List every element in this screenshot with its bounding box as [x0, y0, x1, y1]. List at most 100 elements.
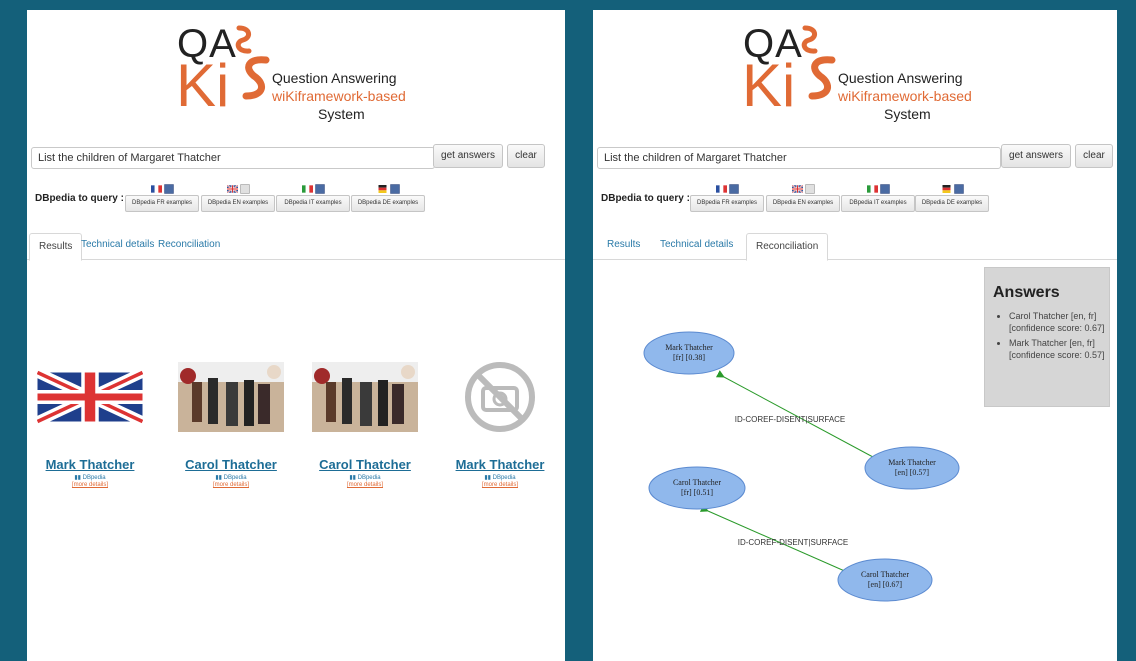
tab-results[interactable]: Results: [29, 233, 83, 261]
result-card: Mark Thatcher ▮▮ DBpedia [more details]: [441, 362, 559, 488]
fr-examples-button[interactable]: DBpedia FR examples: [690, 195, 764, 212]
get-answers-button[interactable]: get answers: [1001, 144, 1071, 168]
lang-it: DBpedia IT examples: [276, 184, 350, 214]
result-photo: [178, 362, 284, 432]
lang-de: DBpedia DE examples: [915, 184, 989, 214]
edge-label: ID-COREF-DISENT|SURFACE: [735, 415, 846, 424]
result-source-link[interactable]: ▮▮ DBpedia: [306, 474, 424, 481]
de-checkbox[interactable]: [389, 184, 400, 194]
tab-results[interactable]: Results: [607, 239, 640, 250]
de-examples-button[interactable]: DBpedia DE examples: [915, 195, 989, 212]
result-name[interactable]: Mark Thatcher: [441, 457, 559, 472]
en-checkbox[interactable]: [804, 184, 815, 194]
result-name[interactable]: Mark Thatcher: [31, 457, 149, 472]
uk-flag-image: [35, 367, 145, 427]
it-checkbox[interactable]: [879, 184, 890, 194]
tab-reconciliation[interactable]: Reconciliation: [158, 239, 220, 250]
graph-edge: ID-COREF-DISENT|SURFACE: [699, 504, 857, 577]
more-details-link[interactable]: [more details]: [441, 482, 559, 488]
graph-node[interactable]: Carol Thatcher [fr] [0.51]: [648, 466, 746, 510]
tab-technical-details[interactable]: Technical details: [660, 239, 733, 250]
fr-flag-icon: [150, 185, 162, 193]
uk-flag-icon: [791, 185, 803, 193]
more-details-link[interactable]: [more details]: [306, 482, 424, 488]
svg-text:Carol Thatcher: Carol Thatcher: [861, 570, 909, 579]
svg-text:[en] [0.57]: [en] [0.57]: [895, 468, 930, 477]
dbpedia-label: DBpedia to query :: [601, 193, 690, 204]
result-card: Mark Thatcher ▮▮ DBpedia [more details]: [31, 362, 149, 488]
lang-de: DBpedia DE examples: [351, 184, 425, 214]
de-flag-icon: [942, 185, 950, 193]
get-answers-button[interactable]: get answers: [433, 144, 503, 168]
result-photo: [312, 362, 418, 432]
clear-button[interactable]: clear: [507, 144, 545, 168]
tab-reconciliation[interactable]: Reconciliation: [746, 233, 829, 261]
more-details-link[interactable]: [more details]: [172, 482, 290, 488]
graph-node[interactable]: Mark Thatcher [en] [0.57]: [864, 446, 960, 490]
fr-examples-button[interactable]: DBpedia FR examples: [125, 195, 199, 212]
answers-list: Carol Thatcher [en, fr] [confidence scor…: [985, 310, 1109, 361]
answers-title: Answers: [993, 284, 1060, 301]
tab-bar: Results Technical details Reconciliation: [593, 233, 1117, 261]
question-input[interactable]: List the children of Margaret Thatcher: [31, 147, 435, 169]
result-source-link[interactable]: ▮▮ DBpedia: [31, 474, 149, 481]
graph-node[interactable]: Carol Thatcher [en] [0.67]: [837, 558, 933, 602]
en-checkbox[interactable]: [239, 184, 250, 194]
svg-text:[fr] [0.51]: [fr] [0.51]: [681, 488, 713, 497]
lang-en: DBpedia EN examples: [201, 184, 275, 214]
logo-s-icon: [808, 56, 836, 100]
en-examples-button[interactable]: DBpedia EN examples: [201, 195, 275, 212]
svg-text:Mark Thatcher: Mark Thatcher: [888, 458, 936, 467]
svg-text:Mark Thatcher: Mark Thatcher: [665, 343, 713, 352]
result-card: Carol Thatcher ▮▮ DBpedia [more details]: [172, 362, 290, 488]
result-card: Carol Thatcher ▮▮ DBpedia [more details]: [306, 362, 424, 488]
graph-node[interactable]: Mark Thatcher [fr] [0.38]: [643, 331, 735, 375]
fr-checkbox[interactable]: [163, 184, 174, 194]
logo-line3: System: [884, 106, 931, 122]
en-examples-button[interactable]: DBpedia EN examples: [766, 195, 840, 212]
more-details-link[interactable]: [more details]: [31, 482, 149, 488]
qakis-logo: QA Ki Question Answering wiKiframework-b…: [176, 22, 437, 122]
it-checkbox[interactable]: [314, 184, 325, 194]
no-image-camera-icon: [465, 362, 535, 432]
logo-ki: Ki: [176, 52, 230, 119]
result-name[interactable]: Carol Thatcher: [306, 457, 424, 472]
uk-flag-icon: ▮▮: [484, 475, 491, 481]
fr-flag-icon: [715, 185, 727, 193]
clear-button[interactable]: clear: [1075, 144, 1113, 168]
reconciliation-panel: QA Ki Question Answering wiKiframework-b…: [593, 10, 1117, 661]
fr-flag-icon: ▮▮: [74, 475, 81, 481]
dbpedia-label: DBpedia to query :: [35, 193, 124, 204]
edge-label: ID-COREF-DISENT|SURFACE: [738, 538, 849, 547]
logo-swirl-icon: [801, 25, 818, 54]
logo-line1: Question Answering: [272, 70, 397, 86]
result-source-link[interactable]: ▮▮ DBpedia: [172, 474, 290, 481]
svg-text:[en] [0.67]: [en] [0.67]: [868, 580, 903, 589]
reconciliation-graph: ID-COREF-DISENT|SURFACE ID-COREF-DISENT|…: [643, 331, 960, 602]
svg-text:Carol Thatcher: Carol Thatcher: [673, 478, 721, 487]
de-examples-button[interactable]: DBpedia DE examples: [351, 195, 425, 212]
graph-edge: ID-COREF-DISENT|SURFACE: [715, 370, 887, 465]
logo-ki: Ki: [742, 52, 796, 119]
it-examples-button[interactable]: DBpedia IT examples: [276, 195, 350, 212]
answer-item: Mark Thatcher [en, fr] [confidence score…: [1009, 337, 1109, 361]
logo-line1: Question Answering: [838, 70, 963, 86]
logo-line2: wiKiframework-based: [838, 88, 972, 104]
de-checkbox[interactable]: [953, 184, 964, 194]
it-examples-button[interactable]: DBpedia IT examples: [841, 195, 915, 212]
lang-en: DBpedia EN examples: [766, 184, 840, 214]
fr-checkbox[interactable]: [728, 184, 739, 194]
logo-s-icon: [242, 56, 270, 100]
logo-line2: wiKiframework-based: [272, 88, 406, 104]
de-flag-icon: [378, 185, 386, 193]
uk-flag-icon: ▮▮: [349, 475, 356, 481]
result-source-link[interactable]: ▮▮ DBpedia: [441, 474, 559, 481]
fr-flag-icon: ▮▮: [215, 475, 222, 481]
qakis-logo: QA Ki Question Answering wiKiframework-b…: [742, 22, 1003, 122]
question-input[interactable]: List the children of Margaret Thatcher: [597, 147, 1001, 169]
tab-technical-details[interactable]: Technical details: [81, 239, 154, 250]
result-name[interactable]: Carol Thatcher: [172, 457, 290, 472]
logo-line3: System: [318, 106, 365, 122]
answer-item: Carol Thatcher [en, fr] [confidence scor…: [1009, 310, 1109, 334]
it-flag-icon: [301, 185, 313, 193]
